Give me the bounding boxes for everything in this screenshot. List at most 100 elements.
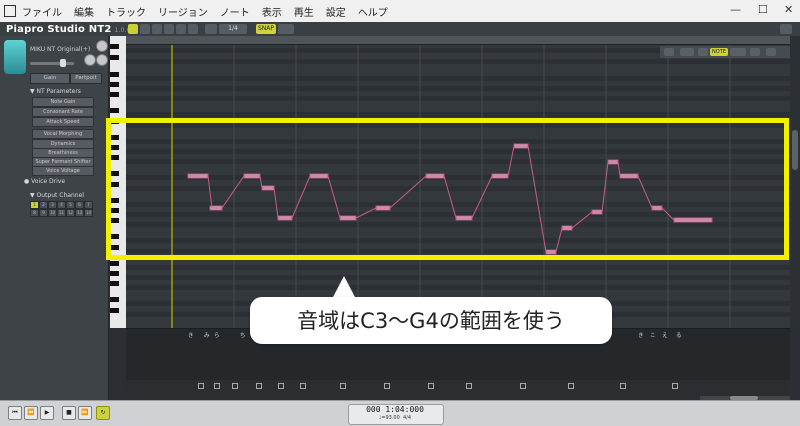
zoom-out-icon[interactable]: [766, 48, 776, 56]
pencil-tool-icon[interactable]: [140, 24, 150, 34]
channel-cell[interactable]: 13: [75, 209, 84, 217]
menu-region[interactable]: リージョン: [158, 4, 208, 19]
lyric-syllable[interactable]: え: [662, 331, 668, 339]
callout-text: 音域はC3〜G4の範囲を使う: [297, 309, 565, 333]
volume-slider[interactable]: [30, 62, 74, 65]
event-marker[interactable]: [256, 383, 262, 389]
event-marker[interactable]: [384, 383, 390, 389]
event-marker[interactable]: [428, 383, 434, 389]
fast-forward-icon[interactable]: ⏩: [78, 406, 92, 420]
pan-knob[interactable]: [96, 40, 108, 52]
menu-track[interactable]: トラック: [106, 4, 146, 19]
loop-icon[interactable]: ↻: [96, 406, 110, 420]
event-marker[interactable]: [214, 383, 220, 389]
event-marker[interactable]: [340, 383, 346, 389]
channel-cell[interactable]: 12: [66, 209, 75, 217]
channel-cell[interactable]: 5: [66, 201, 75, 209]
singer-avatar: [4, 40, 26, 74]
event-marker[interactable]: [520, 383, 526, 389]
menu-help[interactable]: ヘルプ: [358, 4, 388, 19]
lyric-syllable[interactable]: み: [204, 331, 210, 339]
line-tool-icon[interactable]: [152, 24, 162, 34]
param-voice-voltage[interactable]: Voice Voltage: [32, 166, 94, 176]
event-marker[interactable]: [466, 383, 472, 389]
param-attack-speed[interactable]: Attack Speed: [32, 117, 94, 127]
timeline-ruler[interactable]: [126, 36, 790, 45]
snap-toggle[interactable]: SNAP: [256, 24, 276, 34]
channel-cell[interactable]: 4: [57, 201, 66, 209]
menu-note[interactable]: ノート: [220, 4, 250, 19]
scissors-tool-icon[interactable]: [188, 24, 198, 34]
lyric-syllable[interactable]: ら: [214, 331, 220, 339]
callout-tail: [332, 276, 356, 299]
channel-cell[interactable]: 3: [48, 201, 57, 209]
gain-button[interactable]: Gain: [30, 73, 70, 84]
stop-icon[interactable]: ■: [62, 406, 76, 420]
panel-toggle-icon[interactable]: [780, 24, 792, 34]
quantize-select[interactable]: 1/4: [219, 24, 247, 34]
tempo-display[interactable]: ♩=93.00 4/4: [348, 415, 442, 421]
event-marker[interactable]: [568, 383, 574, 389]
param-consonant-rate[interactable]: Consonant Rate: [32, 107, 94, 117]
channel-cell[interactable]: 1: [30, 201, 39, 209]
lyric-syllable[interactable]: き: [188, 331, 194, 339]
event-marker[interactable]: [300, 383, 306, 389]
event-marker[interactable]: [620, 383, 626, 389]
event-marker[interactable]: [672, 383, 678, 389]
app-icon: [4, 5, 16, 17]
channel-cell[interactable]: 11: [57, 209, 66, 217]
close-icon[interactable]: ✕: [784, 3, 793, 16]
menu-play[interactable]: 再生: [294, 4, 314, 19]
menu-view[interactable]: 表示: [262, 4, 282, 19]
play-icon[interactable]: ▶: [40, 406, 54, 420]
minimize-icon[interactable]: —: [730, 3, 741, 16]
param-vocal-morphing[interactable]: Vocal Morphing: [32, 129, 94, 139]
channel-cell[interactable]: 2: [39, 201, 48, 209]
menu-settings[interactable]: 設定: [326, 4, 346, 19]
event-marker[interactable]: [198, 383, 204, 389]
event-marker[interactable]: [232, 383, 238, 389]
menu-bar: ファイル 編集 トラック リージョン ノート 表示 再生 設定 ヘルプ — ☐ …: [0, 0, 800, 22]
event-marker[interactable]: [278, 383, 284, 389]
channel-cell[interactable]: 14: [84, 209, 93, 217]
vertical-scrollbar[interactable]: [790, 36, 800, 328]
select-icon[interactable]: [664, 48, 674, 56]
nt-parameters-label[interactable]: ▼ NT Parameters: [30, 88, 81, 95]
grid-icon[interactable]: [205, 24, 217, 34]
note-length-select[interactable]: [278, 24, 294, 34]
channel-cell[interactable]: 8: [30, 209, 39, 217]
events-lane[interactable]: [126, 380, 790, 396]
menu-edit[interactable]: 編集: [74, 4, 94, 19]
output-channel-label[interactable]: ▼ Output Channel: [30, 192, 84, 199]
vertical-scroll-thumb[interactable]: [792, 130, 798, 170]
lyric-syllable[interactable]: る: [676, 331, 682, 339]
channel-cell[interactable]: 10: [48, 209, 57, 217]
link-icon[interactable]: [698, 48, 708, 56]
singer-name[interactable]: MIKU NT Original(+): [30, 46, 90, 53]
curve-mode-toggle[interactable]: [730, 48, 746, 56]
channel-cell[interactable]: 6: [75, 201, 84, 209]
eraser-tool-icon[interactable]: [164, 24, 174, 34]
lyric-syllable[interactable]: こ: [650, 331, 656, 339]
param-note-gain[interactable]: Note Gain: [32, 97, 94, 107]
send-knob[interactable]: [96, 54, 108, 66]
rewind-icon[interactable]: ⏪: [24, 406, 38, 420]
maximize-icon[interactable]: ☐: [758, 3, 768, 16]
lyric-syllable[interactable]: ち: [240, 331, 246, 339]
brush-tool-icon[interactable]: [176, 24, 186, 34]
partpoint-button[interactable]: Partpoit: [70, 73, 102, 84]
vibrato-icon[interactable]: [680, 48, 694, 56]
time-display: 000 1:04:000: [366, 405, 424, 414]
note-mode-toggle[interactable]: NOTE: [710, 48, 728, 56]
zoom-in-icon[interactable]: [750, 48, 760, 56]
voice-drive-label[interactable]: ● Voice Drive: [24, 178, 65, 185]
volume-slider-handle[interactable]: [60, 59, 66, 67]
lyric-syllable[interactable]: き: [638, 331, 644, 339]
channel-cell[interactable]: 7: [84, 201, 93, 209]
go-to-start-icon[interactable]: ⏮: [8, 406, 22, 420]
app-brand: Piapro Studio NT2 1.0.0: [6, 24, 131, 35]
pointer-tool-icon[interactable]: [128, 24, 138, 34]
menu-file[interactable]: ファイル: [22, 4, 62, 19]
channel-cell[interactable]: 9: [39, 209, 48, 217]
volume-knob[interactable]: [84, 54, 96, 66]
